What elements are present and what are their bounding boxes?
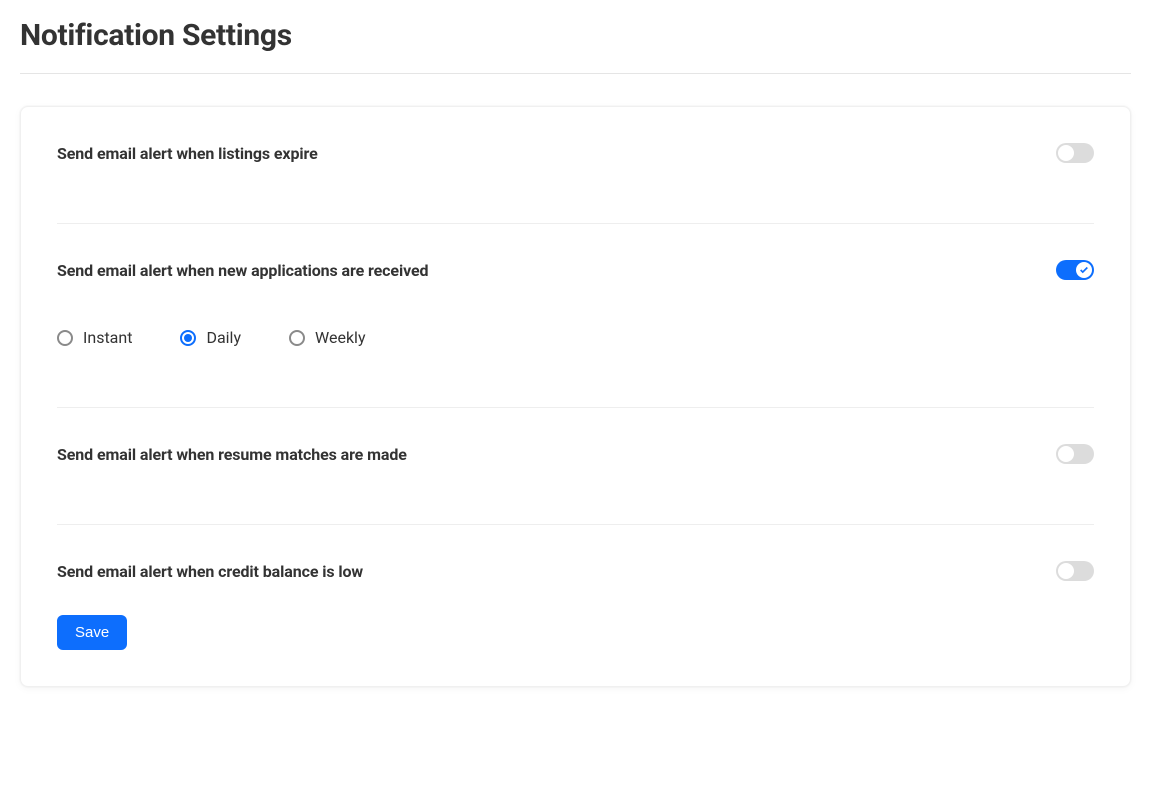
radio-circle-icon — [289, 330, 305, 346]
setting-label-credit-balance: Send email alert when credit balance is … — [57, 562, 363, 581]
setting-label-new-applications: Send email alert when new applications a… — [57, 261, 428, 280]
toggle-knob — [1058, 145, 1074, 161]
check-icon — [1079, 265, 1089, 275]
setting-label-resume-matches: Send email alert when resume matches are… — [57, 445, 407, 464]
toggle-knob — [1058, 446, 1074, 462]
frequency-options: Instant Daily Weekly — [57, 328, 1094, 347]
radio-instant[interactable]: Instant — [57, 328, 132, 347]
toggle-knob — [1058, 563, 1074, 579]
radio-weekly[interactable]: Weekly — [289, 328, 366, 347]
setting-new-applications: Send email alert when new applications a… — [57, 224, 1094, 408]
toggle-knob — [1076, 262, 1092, 278]
radio-daily[interactable]: Daily — [180, 328, 241, 347]
toggle-credit-balance[interactable] — [1056, 561, 1094, 581]
page-title: Notification Settings — [20, 0, 1131, 74]
setting-resume-matches: Send email alert when resume matches are… — [57, 408, 1094, 525]
toggle-new-applications[interactable] — [1056, 260, 1094, 280]
save-button[interactable]: Save — [57, 615, 127, 650]
setting-label-listings-expire: Send email alert when listings expire — [57, 144, 318, 163]
toggle-resume-matches[interactable] — [1056, 444, 1094, 464]
setting-credit-balance: Send email alert when credit balance is … — [57, 525, 1094, 605]
radio-circle-icon — [57, 330, 73, 346]
settings-card: Send email alert when listings expire Se… — [20, 106, 1131, 687]
radio-label-daily: Daily — [206, 328, 241, 347]
setting-listings-expire: Send email alert when listings expire — [57, 143, 1094, 224]
toggle-listings-expire[interactable] — [1056, 143, 1094, 163]
radio-circle-icon — [180, 330, 196, 346]
radio-label-instant: Instant — [83, 328, 132, 347]
radio-dot-icon — [184, 334, 192, 342]
radio-label-weekly: Weekly — [315, 328, 366, 347]
